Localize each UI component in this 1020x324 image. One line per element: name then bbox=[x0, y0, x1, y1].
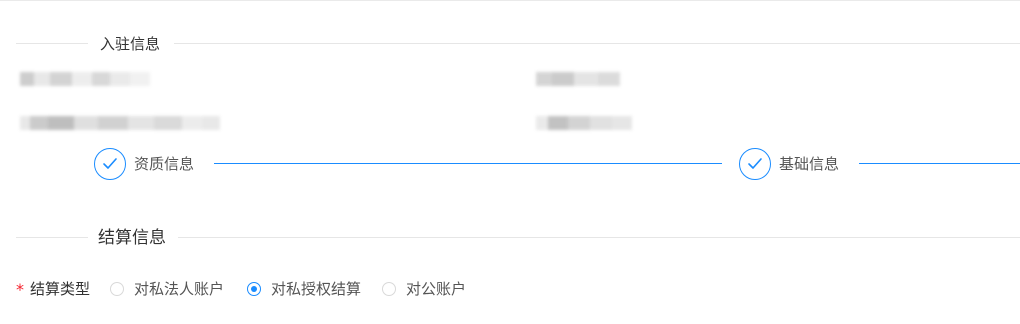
check-icon bbox=[94, 148, 126, 180]
radio-label[interactable]: 对私法人账户 bbox=[134, 278, 224, 300]
progress-steps: 资质信息 基础信息 bbox=[0, 146, 1020, 182]
divider-left bbox=[16, 43, 88, 44]
divider-right bbox=[174, 43, 1020, 44]
step-connector bbox=[214, 163, 722, 164]
radio-circle[interactable] bbox=[110, 282, 124, 296]
redacted-field bbox=[536, 116, 632, 130]
required-asterisk: * bbox=[16, 280, 24, 299]
settlement-type-row: * 结算类型 对私法人账户 对私授权结算 对公账户 bbox=[16, 276, 1016, 302]
step-label-qualification: 资质信息 bbox=[134, 155, 195, 173]
redacted-field bbox=[20, 116, 220, 130]
section-header-settlement-in: 入驻信息 bbox=[16, 32, 1020, 56]
divider-left bbox=[16, 237, 88, 238]
radio-label[interactable]: 对公账户 bbox=[406, 278, 466, 300]
step-connector bbox=[859, 163, 1020, 164]
redacted-field bbox=[536, 72, 620, 86]
divider-right bbox=[178, 237, 1020, 238]
top-divider bbox=[0, 0, 1020, 1]
section-title-settlement-in: 入驻信息 bbox=[100, 35, 161, 53]
settlement-type-label: 结算类型 bbox=[30, 280, 91, 298]
step-label-basic-info: 基础信息 bbox=[779, 155, 840, 173]
section-header-settlement: 结算信息 bbox=[16, 226, 1020, 250]
redacted-field bbox=[20, 72, 150, 86]
section-title-settlement: 结算信息 bbox=[98, 228, 166, 248]
radio-circle[interactable] bbox=[382, 282, 396, 296]
radio-circle[interactable] bbox=[247, 282, 261, 296]
radio-label[interactable]: 对私授权结算 bbox=[271, 278, 361, 300]
check-icon bbox=[739, 148, 771, 180]
